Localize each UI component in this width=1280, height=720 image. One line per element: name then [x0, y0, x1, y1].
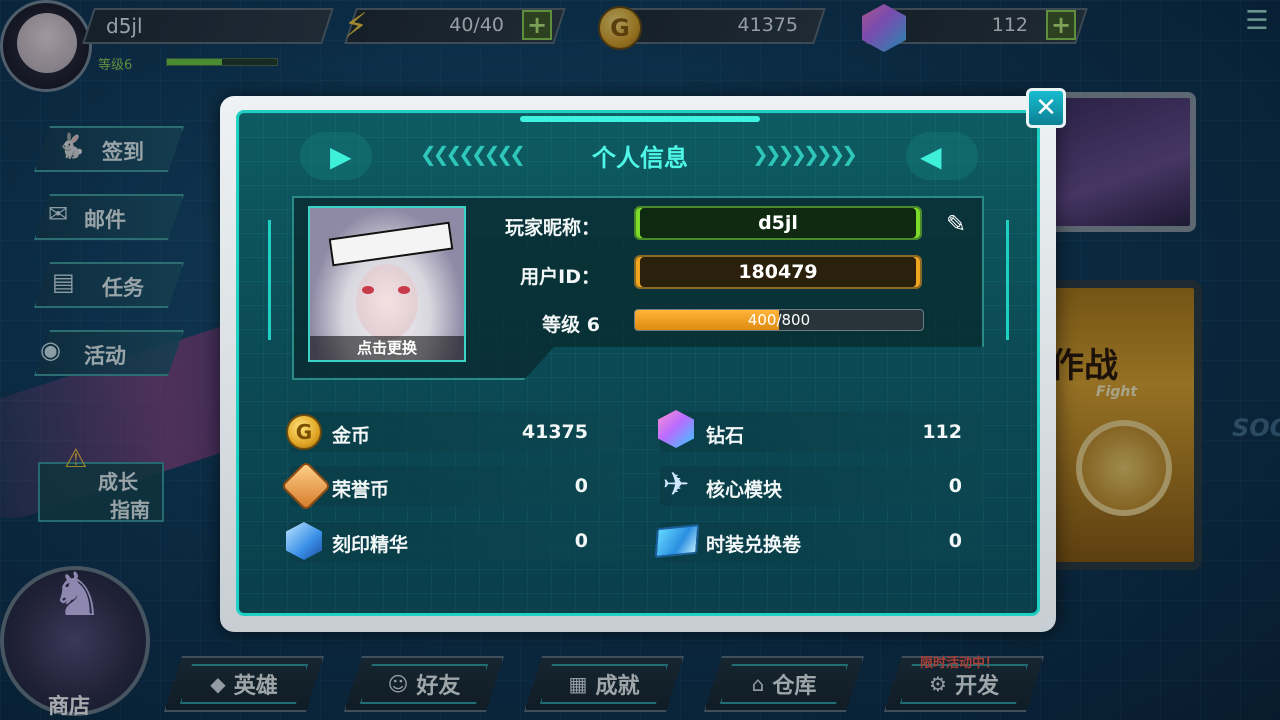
chevrons-right-icon: ❯❯❯❯❯❯❯❯	[752, 142, 858, 166]
decor-line-left	[268, 220, 271, 340]
stat-label-honor: 荣誉币	[332, 479, 390, 501]
stat-value-engrave: 0	[574, 530, 588, 552]
stat-value-gold: 41375	[521, 421, 588, 443]
decor-arrow-right-icon: ◀	[906, 132, 978, 180]
level-label: 等级 6	[542, 314, 600, 336]
title-accent-bar	[520, 116, 760, 122]
stat-label-diamond: 钻石	[706, 425, 745, 447]
stat-value-diamond: 112	[922, 421, 962, 443]
decor-line-right	[1006, 220, 1009, 340]
edit-icon[interactable]: ✎	[942, 210, 970, 238]
dialog-title: 个人信息	[592, 144, 688, 172]
core-module-icon: ✈	[662, 465, 690, 503]
change-avatar-button[interactable]: 点击更换	[310, 336, 464, 360]
stat-label-core: 核心模块	[706, 479, 783, 501]
costume-ticket-icon	[654, 523, 700, 559]
decor-arrow-left-icon: ▶	[300, 132, 372, 180]
stat-value-core: 0	[948, 475, 962, 497]
stat-value-honor: 0	[574, 475, 588, 497]
close-button[interactable]: ✕	[1026, 88, 1066, 128]
chevrons-left-icon: ❮❮❮❮❮❮❮❮	[420, 142, 526, 166]
xp-value: 400/800	[747, 311, 811, 329]
stat-value-costume: 0	[948, 530, 962, 552]
nickname-field: d5jl	[634, 206, 922, 240]
gold-coin-icon: G	[286, 414, 322, 450]
stat-label-costume: 时装兑换卷	[706, 534, 802, 556]
stat-label-gold: 金币	[332, 425, 371, 447]
userid-label: 用户ID：	[520, 266, 600, 288]
stat-label-engrave: 刻印精华	[332, 534, 409, 556]
nickname-label: 玩家昵称：	[504, 217, 600, 239]
userid-field: 180479	[634, 255, 922, 289]
